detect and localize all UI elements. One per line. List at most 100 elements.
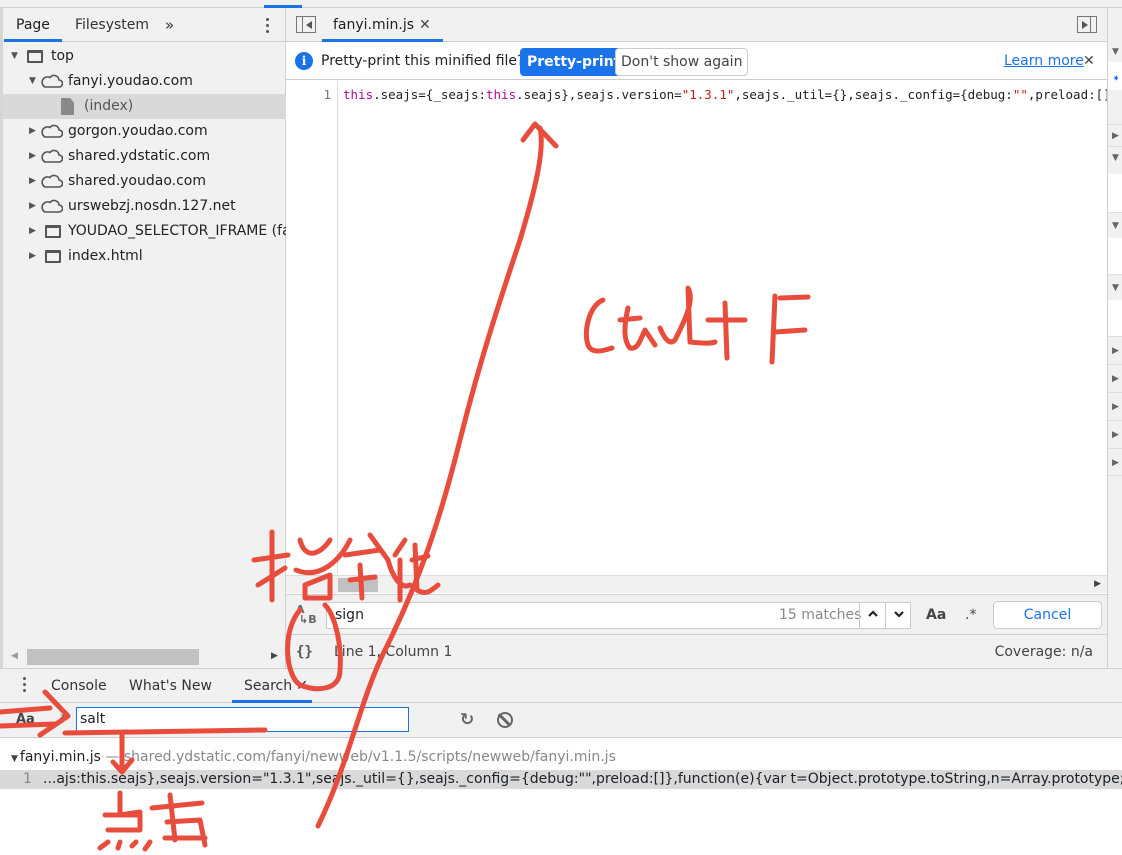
code-token: this: [486, 87, 517, 102]
cancel-button[interactable]: Cancel: [993, 601, 1102, 629]
toggle-navigator-icon[interactable]: [296, 16, 316, 33]
tree-item-domain[interactable]: ▶ shared.ydstatic.com: [3, 144, 286, 169]
collapsed-triangle-icon[interactable]: ▶: [29, 119, 36, 144]
debugger-sidebar-collapsed: ▼ ➧ ▶ ▼ ▼ ▼ ▶ ▶ ▶ ▶ ▶: [1107, 8, 1122, 668]
editor-tab-bar: fanyi.min.js ✕: [286, 8, 1107, 42]
tree-item-label: index.html: [68, 248, 143, 264]
tree-item-top[interactable]: ▼ top: [3, 44, 286, 69]
code-line[interactable]: this.seajs={_seajs:this.seajs},seajs.ver…: [343, 87, 1107, 102]
next-match-button[interactable]: [885, 602, 911, 629]
expanded-triangle-icon[interactable]: ▼: [11, 44, 18, 69]
tree-item-domain[interactable]: ▶ urswebzj.nosdn.127.net: [3, 194, 286, 219]
tree-item-label: top: [51, 48, 74, 64]
section-collapsed-icon[interactable]: ▶: [1108, 124, 1122, 146]
scrollbar-thumb[interactable]: [338, 578, 378, 592]
line-gutter: 1: [286, 81, 338, 575]
close-infobar-icon[interactable]: ✕: [1083, 42, 1095, 80]
tree-item-domain[interactable]: ▼ fanyi.youdao.com: [3, 69, 286, 94]
close-tab-icon[interactable]: ✕: [296, 678, 308, 694]
tree-item-frame[interactable]: ▶ YOUDAO_SELECTOR_IFRAME (fan: [3, 219, 286, 244]
match-case-toggle[interactable]: Aa: [16, 703, 35, 737]
collapsed-triangle-icon[interactable]: ▶: [29, 219, 36, 244]
drawer-tab-bar: Console What's New Search ✕: [0, 668, 1122, 703]
code-token: ,preload:[]},function(e){var t=Object.pr…: [1027, 87, 1107, 102]
section-collapsed-icon[interactable]: ▶: [1108, 364, 1122, 392]
tree-item-domain[interactable]: ▶ gorgon.youdao.com: [3, 119, 286, 144]
file-tab-label: fanyi.min.js: [333, 17, 415, 33]
pretty-print-format-button[interactable]: {}: [296, 635, 313, 669]
editor-horizontal-scrollbar[interactable]: ▶: [286, 575, 1107, 593]
match-text: ...ajs:this.seajs},seajs.version="1.3.1"…: [43, 771, 1122, 787]
close-tab-icon[interactable]: ✕: [419, 17, 431, 33]
cloud-icon: [41, 199, 63, 213]
tree-item-file-selected[interactable]: (index): [3, 94, 286, 119]
search-result-match[interactable]: 1 ...ajs:this.seajs},seajs.version="1.3.…: [0, 770, 1122, 789]
search-results: ▼ fanyi.min.js — shared.ydstatic.com/fany…: [0, 738, 1122, 855]
pretty-print-infobar: i Pretty-print this minified file? Prett…: [286, 42, 1107, 80]
tab-page[interactable]: Page: [4, 8, 62, 42]
search-input[interactable]: salt: [76, 707, 409, 732]
scrollbar-thumb[interactable]: [27, 649, 199, 665]
result-file-header[interactable]: ▼ fanyi.min.js — shared.ydstatic.com/fany…: [0, 747, 616, 767]
expanded-triangle-icon[interactable]: ▼: [29, 69, 36, 94]
navigator-menu-kebab-icon[interactable]: [259, 8, 275, 42]
section-collapsed-icon[interactable]: ▶: [1108, 336, 1122, 364]
match-count: 15 matches: [779, 607, 862, 623]
code-token: ,seajs._util={},seajs._config={debug:: [734, 87, 1013, 102]
tab-whats-new[interactable]: What's New: [117, 669, 224, 703]
scroll-right-arrow-icon[interactable]: ▶: [271, 651, 278, 661]
tab-console[interactable]: Console: [39, 669, 119, 703]
clear-icon[interactable]: [497, 712, 513, 728]
coverage-status: Coverage: n/a: [994, 644, 1093, 660]
section-expanded-icon[interactable]: ▼: [1108, 212, 1122, 238]
refresh-icon[interactable]: ↻: [460, 703, 474, 737]
line-number[interactable]: 1: [323, 87, 331, 102]
code-token: this: [343, 87, 374, 102]
section-collapsed-icon[interactable]: ▶: [1108, 420, 1122, 448]
sources-navigator: Page Filesystem » ▼ top ▼ fanyi.youdao.c…: [0, 8, 286, 668]
result-file-name: fanyi.min.js: [19, 749, 101, 765]
frame-icon: [27, 50, 43, 63]
tab-search[interactable]: Search ✕: [232, 669, 312, 703]
regex-toggle[interactable]: .*: [56, 703, 67, 737]
result-file-path: shared.ydstatic.com/fanyi/newweb/v1.1.5/…: [123, 749, 616, 765]
source-editor: fanyi.min.js ✕ i Pretty-print this minifi…: [286, 8, 1107, 668]
regex-toggle[interactable]: .*: [965, 602, 976, 629]
file-tab[interactable]: fanyi.min.js ✕: [322, 8, 443, 42]
navigator-horizontal-scrollbar[interactable]: ◀ ▶: [3, 648, 286, 666]
section-collapsed-icon[interactable]: ▶: [1108, 448, 1122, 476]
tree-item-domain[interactable]: ▶ shared.youdao.com: [3, 169, 286, 194]
pretty-print-button[interactable]: Pretty-print: [520, 48, 628, 76]
section-expanded-icon[interactable]: ▼: [1108, 42, 1122, 62]
collapsed-triangle-icon[interactable]: ▶: [29, 144, 36, 169]
learn-more-link[interactable]: Learn more: [1004, 42, 1084, 80]
dont-show-again-button[interactable]: Don't show again: [615, 48, 749, 76]
code-token: "1.3.1": [681, 87, 735, 102]
toggle-debugger-icon[interactable]: [1077, 16, 1097, 33]
section-collapsed-icon[interactable]: ▶: [1108, 392, 1122, 420]
tab-filesystem[interactable]: Filesystem: [63, 8, 161, 42]
replace-toggle-icon[interactable]: A ↳B: [296, 604, 317, 625]
info-icon: i: [295, 52, 313, 70]
chevron-down-icon: [893, 611, 904, 618]
tree-item-label: (index): [84, 98, 134, 114]
chevron-up-icon: [867, 610, 878, 617]
tree-item-label: shared.ydstatic.com: [68, 148, 211, 164]
code-area[interactable]: 1 this.seajs={_seajs:this.seajs},seajs.v…: [286, 81, 1107, 575]
cloud-icon: [41, 124, 63, 138]
section-expanded-icon[interactable]: ▼: [1108, 274, 1122, 300]
cloud-icon: [41, 74, 63, 88]
drawer-menu-kebab-icon[interactable]: [20, 677, 28, 692]
more-tabs-chevron-icon[interactable]: »: [153, 8, 186, 42]
match-case-toggle[interactable]: Aa: [926, 602, 946, 629]
collapsed-triangle-icon[interactable]: ▶: [29, 194, 36, 219]
section-expanded-icon[interactable]: ▼: [1108, 146, 1122, 174]
scroll-right-arrow-icon[interactable]: ▶: [1094, 579, 1101, 589]
file-icon: [61, 98, 74, 115]
tree-item-frame[interactable]: ▶ index.html: [3, 244, 286, 269]
collapsed-triangle-icon[interactable]: ▶: [29, 244, 36, 269]
collapsed-triangle-icon[interactable]: ▶: [29, 169, 36, 194]
previous-match-button[interactable]: [859, 602, 885, 629]
expanded-triangle-icon[interactable]: ▼: [11, 754, 18, 764]
scroll-left-arrow-icon[interactable]: ◀: [11, 651, 18, 661]
